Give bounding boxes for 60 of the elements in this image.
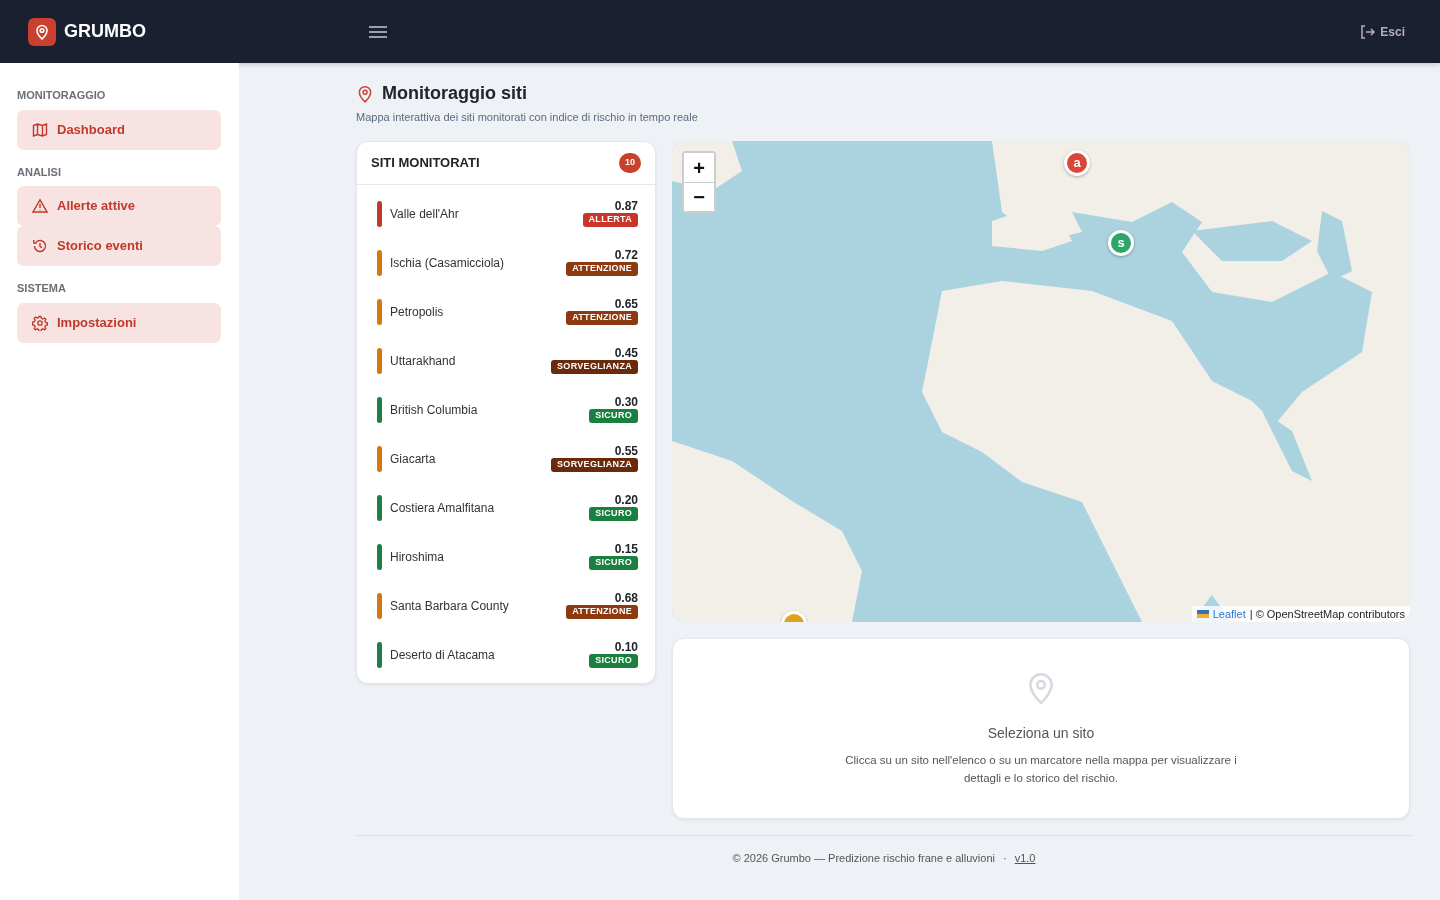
site-name[interactable]: British Columbia	[390, 400, 582, 419]
section-heading: SISTEMA	[17, 281, 67, 296]
risk-score: 0.10	[614, 641, 638, 655]
sidebar-item[interactable]: Allerte attive	[17, 186, 221, 226]
site-name[interactable]: Costiera Amalfitana	[390, 498, 582, 517]
warning-icon	[32, 198, 48, 214]
panel-title: SITI MONITORATI	[371, 154, 480, 173]
site-name[interactable]: Giacarta	[390, 449, 544, 468]
status-badge: ATTENZIONE	[566, 262, 638, 277]
status-badge: SICURO	[589, 507, 638, 522]
site-name[interactable]: Deserto di Atacama	[390, 645, 582, 664]
section-heading: MONITORAGGIO	[17, 88, 107, 103]
location-pin-icon	[356, 83, 374, 104]
risk-score: 0.15	[614, 543, 638, 557]
flag-icon	[1196, 609, 1209, 618]
status-badge: SICURO	[589, 556, 638, 571]
status-badge: SORVEGLIANZA	[551, 458, 638, 473]
page-title: Monitoraggio siti	[382, 83, 527, 105]
site-name[interactable]: Valle dell'Ahr	[390, 204, 575, 223]
zoom-out-button[interactable]: −	[684, 182, 714, 212]
site-name[interactable]: Uttarakhand	[390, 351, 544, 370]
settings-icon	[32, 314, 48, 331]
risk-score: 0.68	[614, 592, 638, 606]
sidebar-item[interactable]: Impostazioni	[17, 302, 221, 343]
history-icon	[32, 238, 48, 254]
status-badge: SICURO	[589, 654, 638, 669]
risk-score: 0.20	[614, 494, 638, 508]
version-link[interactable]: v1.0	[1014, 850, 1036, 867]
empty-state-title: Seleziona un sito	[987, 724, 1095, 744]
status-badge: SICURO	[589, 409, 638, 424]
logo-icon	[28, 17, 56, 46]
risk-score: 0.45	[614, 347, 638, 361]
logout-icon	[1360, 23, 1377, 40]
logout-button[interactable]: Esci	[1359, 21, 1406, 42]
risk-score: 0.72	[614, 249, 638, 263]
site-name[interactable]: Petropolis	[390, 302, 559, 321]
empty-state-text: Clicca su un sito nell'elenco o su un marcatore nella mappa per visualizzare i dettagli e lo storico del rischio.	[844, 753, 1238, 787]
menu-icon[interactable]	[368, 23, 388, 40]
site-name[interactable]: Ischia (Casamicciola)	[390, 253, 559, 272]
section-heading: ANALISI	[17, 164, 62, 180]
risk-score: 0.65	[614, 298, 638, 312]
site-name[interactable]: Hiroshima	[390, 547, 582, 566]
map-icon	[32, 121, 48, 138]
status-badge: ATTENZIONE	[566, 311, 638, 326]
count-badge: 10	[619, 153, 641, 173]
site-name[interactable]: Santa Barbara County	[390, 596, 559, 615]
status-badge: ALLERTA	[582, 213, 638, 228]
risk-score: 0.55	[614, 445, 638, 459]
attribution-text: | © OpenStreetMap contributors	[1249, 606, 1405, 622]
risk-score: 0.87	[614, 200, 638, 214]
status-badge: SORVEGLIANZA	[551, 360, 638, 375]
brand-name: GRUMBO	[64, 20, 146, 43]
status-badge: ATTENZIONE	[566, 605, 638, 620]
page-subtitle: Mappa interattiva dei siti monitorati con indice di rischio in tempo reale	[356, 109, 699, 125]
footer-text: © 2026 Grumbo — Predizione rischio frane e alluvioni	[732, 851, 995, 867]
leaflet-link[interactable]: Leaflet	[1212, 605, 1246, 623]
risk-score: 0.30	[614, 396, 638, 410]
sidebar-item[interactable]: Storico eventi	[17, 226, 221, 266]
separator-dot: ·	[1003, 851, 1007, 867]
sidebar-item[interactable]: Dashboard	[17, 109, 221, 150]
